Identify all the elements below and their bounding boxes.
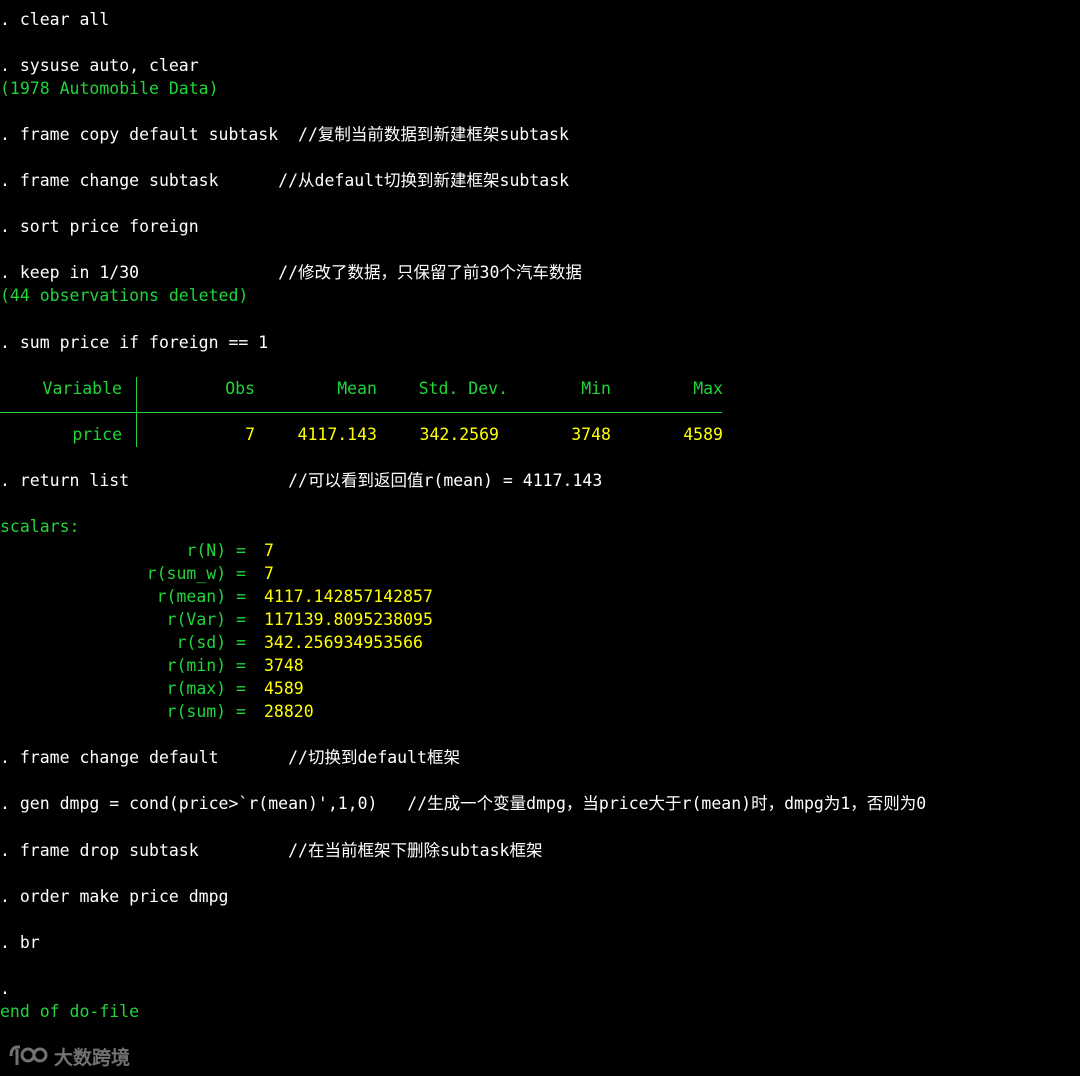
scalar-name: r(sum) = xyxy=(166,702,246,721)
scalar-value: 4117.142857142857 xyxy=(264,587,433,606)
cmd-line: . frame copy default subtask //复制当前数据到新建… xyxy=(0,125,569,144)
scalar-name: r(sum_w) = xyxy=(146,564,246,583)
table-header: Variable xyxy=(42,379,122,398)
cmd-line: . return list //可以看到返回值r(mean) = 4117.14… xyxy=(0,471,603,490)
scalar-name: r(Var) = xyxy=(166,610,246,629)
table-header: Mean xyxy=(337,379,377,398)
scalar-value: 3748 xyxy=(264,656,304,675)
table-rule xyxy=(0,412,722,413)
cmd-line: . clear all xyxy=(0,10,110,29)
output-line: (44 observations deleted) xyxy=(0,286,249,305)
table-cell: price xyxy=(72,425,122,444)
scalar-name: r(min) = xyxy=(166,656,246,675)
scalar-name: r(mean) = xyxy=(156,587,246,606)
table-header: Min xyxy=(581,379,611,398)
scalar-value: 117139.8095238095 xyxy=(264,610,433,629)
cmd-line: . sysuse auto, clear xyxy=(0,56,199,75)
output-line: scalars: xyxy=(0,517,80,536)
table-divider xyxy=(136,377,137,412)
watermark: 大数跨境 xyxy=(8,1040,130,1072)
cmd-line: . xyxy=(0,979,10,998)
table-cell: 4117.143 xyxy=(297,425,377,444)
logo-icon xyxy=(9,1045,48,1065)
table-divider xyxy=(136,413,137,447)
cmd-line: . frame drop subtask //在当前框架下删除subtask框架 xyxy=(0,841,543,860)
watermark-text: 大数跨境 xyxy=(54,1046,131,1069)
scalar-value: 7 xyxy=(264,541,274,560)
table-cell: 4589 xyxy=(683,425,723,444)
table-cell: 3748 xyxy=(571,425,611,444)
scalar-value: 7 xyxy=(264,564,274,583)
table-cell: 342.2569 xyxy=(419,425,499,444)
scalar-name: r(sd) = xyxy=(176,633,246,652)
cmd-line: . br xyxy=(0,933,40,952)
scalar-value: 342.256934953566 xyxy=(264,633,423,652)
cmd-line: . sort price foreign xyxy=(0,217,199,236)
table-header: Obs xyxy=(225,379,255,398)
scalar-value: 4589 xyxy=(264,679,304,698)
table-header: Std. Dev. xyxy=(418,379,508,398)
table-cell: 7 xyxy=(245,425,255,444)
cmd-line: . frame change default //切换到default框架 xyxy=(0,748,460,767)
output-line: end of do-file xyxy=(0,1002,140,1021)
table-header: Max xyxy=(693,379,723,398)
cmd-line: . keep in 1/30 //修改了数据，只保留了前30个汽车数据 xyxy=(0,263,582,282)
cmd-line: . gen dmpg = cond(price>`r(mean)',1,0) /… xyxy=(0,794,927,813)
output-line: (1978 Automobile Data) xyxy=(0,79,219,98)
cmd-line: . order make price dmpg xyxy=(0,887,229,906)
scalar-name: r(N) = xyxy=(186,541,246,560)
cmd-line: . sum price if foreign == 1 xyxy=(0,333,269,352)
scalar-name: r(max) = xyxy=(166,679,246,698)
scalar-value: 28820 xyxy=(264,702,314,721)
cmd-line: . frame change subtask //从default切换到新建框架… xyxy=(0,171,570,190)
